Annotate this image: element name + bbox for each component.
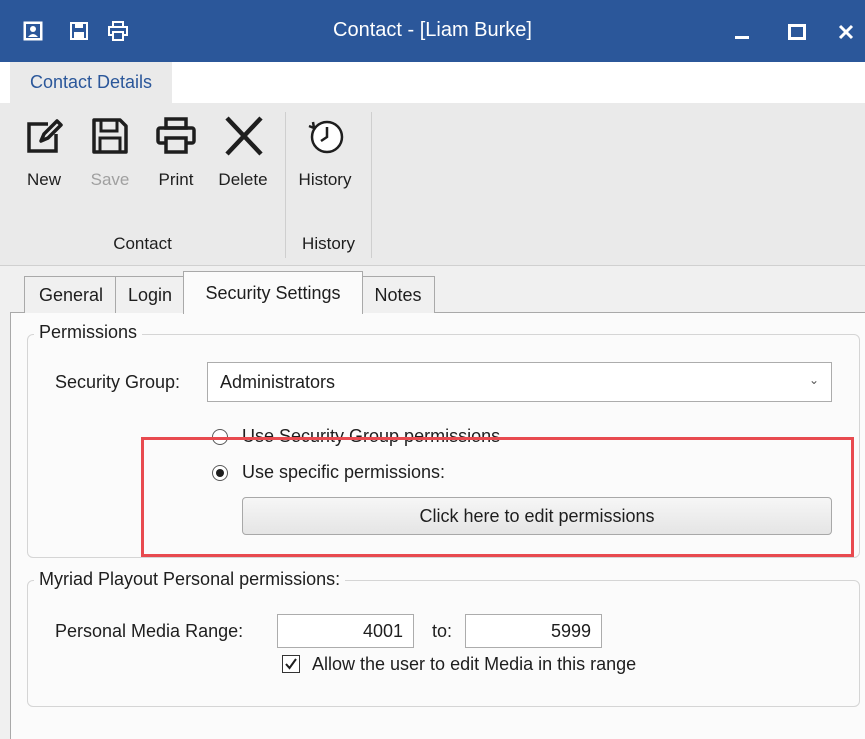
history-label: History [298, 170, 352, 189]
ribbon-group-contact: Contact [113, 234, 172, 253]
ribbon-group-separator [371, 112, 372, 258]
new-button[interactable]: New [17, 112, 71, 208]
range-to-label: to: [432, 621, 453, 641]
tab-login[interactable]: Login [115, 276, 185, 313]
save-ribbon-button[interactable]: Save [84, 112, 136, 208]
tab-security-settings[interactable]: Security Settings [183, 271, 363, 314]
allow-edit-label: Allow the user to edit Media in this ran… [312, 654, 637, 674]
save-label: Save [90, 170, 130, 189]
delete-x-icon [225, 116, 263, 156]
ribbon-group-history: History [302, 234, 355, 253]
save-icon [92, 118, 128, 154]
chevron-down-icon: ⌄ [808, 373, 819, 387]
clock-history-icon [308, 120, 344, 154]
security-group-select[interactable]: Administrators ⌄ [207, 362, 832, 402]
print-ribbon-button[interactable]: Print [149, 112, 203, 208]
range-from-input[interactable] [277, 614, 414, 648]
range-to-input[interactable] [465, 614, 602, 648]
maximize-icon [788, 24, 806, 40]
delete-button[interactable]: Delete [213, 112, 273, 208]
new-label: New [26, 170, 61, 189]
minimize-icon [735, 36, 749, 39]
personal-media-range-label: Personal Media Range: [55, 621, 244, 641]
allow-edit-checkbox[interactable] [282, 655, 300, 673]
tab-general[interactable]: General [24, 276, 118, 313]
print-icon [156, 117, 196, 154]
history-button[interactable]: History [292, 112, 358, 208]
security-group-value: Administrators [220, 371, 336, 392]
personal-permissions-legend: Myriad Playout Personal permissions: [34, 569, 346, 590]
ribbon-tab-contact-details[interactable]: Contact Details [10, 62, 172, 103]
close-icon [838, 24, 854, 40]
security-group-label: Security Group: [55, 372, 181, 392]
permissions-legend: Permissions [34, 322, 143, 343]
edit-icon [27, 119, 63, 153]
maximize-button[interactable] [777, 12, 817, 52]
close-button[interactable] [826, 12, 865, 52]
highlight-box [141, 437, 854, 557]
checkmark-icon [285, 658, 297, 670]
personal-permissions-groupbox [27, 580, 860, 707]
minimize-button[interactable] [722, 12, 762, 52]
print-label: Print [158, 170, 194, 189]
delete-label: Delete [218, 170, 268, 189]
tab-notes[interactable]: Notes [361, 276, 435, 313]
